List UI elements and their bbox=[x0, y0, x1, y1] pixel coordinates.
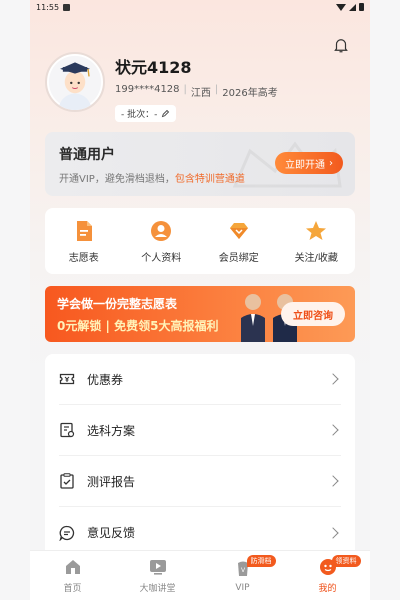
tab-badge: 防滑档 bbox=[246, 555, 276, 567]
tab-lecture[interactable]: 大咖讲堂 bbox=[115, 551, 200, 600]
username: 状元4128 bbox=[115, 58, 192, 77]
tab-label: VIP bbox=[235, 582, 250, 593]
banner-headline: 学会做一份完整志愿表 bbox=[57, 297, 178, 311]
menu-label: 优惠券 bbox=[87, 372, 124, 387]
menu-label: 意见反馈 bbox=[87, 526, 136, 540]
tab-home[interactable]: 首页 bbox=[30, 551, 115, 600]
chevron-right-icon bbox=[327, 526, 339, 539]
diamond-icon bbox=[229, 222, 248, 239]
menu-item-assessment-report[interactable]: 测评报告 bbox=[59, 456, 341, 507]
vip-description: 开通VIP，避免滑档退档，包含特训营通道 bbox=[59, 170, 245, 185]
menu-item-subject-plan[interactable]: 选科方案 bbox=[59, 405, 341, 456]
menu-item-coupons[interactable]: 优惠券 bbox=[59, 354, 341, 405]
tab-me[interactable]: 领资料 我的 bbox=[285, 551, 370, 600]
chevron-right-icon bbox=[327, 373, 339, 385]
avatar[interactable] bbox=[45, 52, 105, 112]
signal-icon bbox=[349, 3, 356, 11]
bell-icon[interactable] bbox=[332, 36, 350, 54]
wifi-icon bbox=[336, 3, 346, 11]
meta-separator: | bbox=[183, 84, 187, 95]
quick-item-profile[interactable]: 个人资料 bbox=[126, 219, 196, 264]
tab-badge: 领资料 bbox=[331, 555, 361, 567]
profile-section: 状元4128 199****4128 | 江西 | 2026年高考 - 批次：- bbox=[45, 52, 278, 122]
open-vip-button[interactable]: 立即开通 › bbox=[275, 152, 343, 174]
quick-item-volunteer-table[interactable]: 志愿表 bbox=[49, 219, 119, 264]
coupon-icon bbox=[59, 373, 75, 385]
promo-banner[interactable]: 学会做一份完整志愿表 0元解锁 | 免费领5大高报福利 立即咨询 bbox=[45, 286, 355, 342]
edit-icon bbox=[162, 109, 170, 118]
person-icon bbox=[151, 220, 172, 241]
tab-label: 我的 bbox=[318, 584, 337, 594]
status-time: 11:55 bbox=[36, 2, 60, 12]
open-vip-label: 立即开通 bbox=[285, 159, 325, 171]
sim-icon bbox=[63, 3, 71, 11]
batch-label: - 批次：- bbox=[121, 110, 158, 120]
bottom-tab-bar: 首页 大咖讲堂 防滑档 V VIP 领资料 我的 bbox=[30, 550, 370, 600]
quick-actions: 志愿表 个人资料 会员绑定 关注/收藏 bbox=[45, 208, 355, 274]
menu-label: 选科方案 bbox=[87, 423, 136, 438]
quick-item-member-binding[interactable]: 会员绑定 bbox=[204, 219, 274, 264]
quick-label: 志愿表 bbox=[68, 252, 99, 264]
home-icon bbox=[65, 560, 80, 574]
meta-separator: | bbox=[214, 84, 219, 95]
tab-label: 首页 bbox=[63, 584, 82, 594]
banner-subline: 0元解锁 | 免费领5大高报福利 bbox=[57, 319, 219, 333]
plan-icon bbox=[60, 422, 75, 438]
quick-label: 关注/收藏 bbox=[294, 252, 338, 264]
user-province: 江西 bbox=[190, 88, 211, 99]
quick-label: 会员绑定 bbox=[218, 252, 259, 264]
chevron-right-icon: › bbox=[329, 157, 333, 169]
vip-desc-highlight: 包含特训营通道 bbox=[174, 174, 245, 185]
tab-vip[interactable]: 防滑档 V VIP bbox=[200, 551, 285, 600]
chevron-right-icon bbox=[327, 475, 339, 487]
document-icon bbox=[76, 220, 92, 241]
status-bar: 11:55 bbox=[30, 0, 370, 14]
chevron-right-icon bbox=[327, 424, 339, 436]
consult-now-button[interactable]: 立即咨询 bbox=[281, 302, 345, 326]
user-meta: 199****4128 | 江西 | 2026年高考 bbox=[115, 84, 278, 99]
vip-card[interactable]: 普通用户 开通VIP，避免滑档退档，包含特训营通道 立即开通 › bbox=[45, 132, 355, 196]
quick-item-follow-favorites[interactable]: 关注/收藏 bbox=[281, 219, 351, 264]
user-phone: 199****4128 bbox=[115, 84, 180, 95]
report-icon bbox=[60, 473, 74, 489]
menu-label: 测评报告 bbox=[87, 474, 136, 489]
battery-icon bbox=[359, 3, 364, 11]
feedback-icon bbox=[59, 525, 75, 541]
quick-label: 个人资料 bbox=[141, 252, 182, 264]
vip-title: 普通用户 bbox=[59, 147, 115, 163]
star-icon bbox=[306, 220, 327, 240]
video-icon bbox=[149, 560, 166, 575]
batch-pill[interactable]: - 批次：- bbox=[115, 105, 177, 122]
app-screen: 11:55 状元4128 199****4128 | 江西 | 2026年高考 … bbox=[30, 0, 370, 600]
menu-list: 优惠券 选科方案 测评报告 意见反馈 bbox=[45, 354, 355, 564]
vip-desc-text: 开通VIP，避免滑档退档， bbox=[59, 174, 175, 185]
tab-label: 大咖讲堂 bbox=[139, 584, 176, 594]
user-exam-year: 2026年高考 bbox=[222, 88, 278, 99]
